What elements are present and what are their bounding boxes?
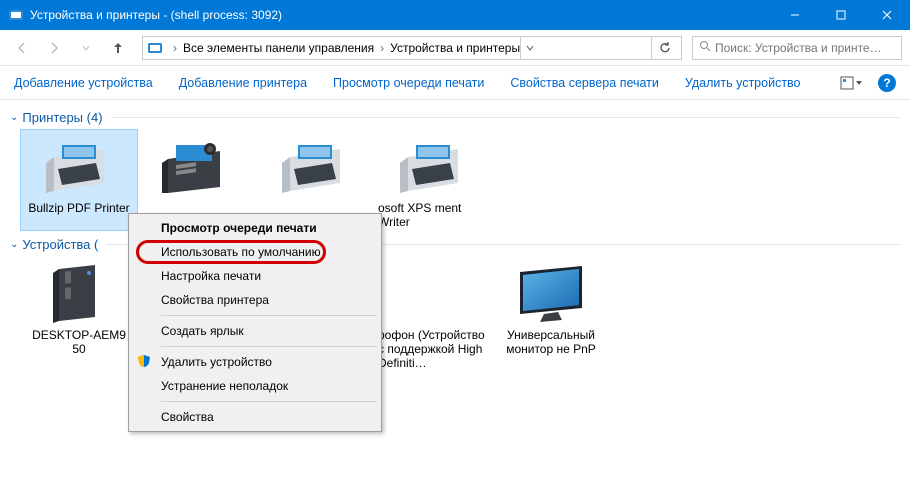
search-input[interactable] — [715, 41, 895, 55]
refresh-button[interactable] — [651, 37, 677, 59]
server-props-link[interactable]: Свойства сервера печати — [510, 76, 659, 90]
printer-item[interactable]: osoft XPS ment Writer — [374, 129, 492, 231]
device-label: рофон (Устройство с поддержкой High Defi… — [378, 328, 488, 370]
breadcrumb-root[interactable]: Все элементы панели управления — [183, 41, 374, 55]
ctx-create-shortcut[interactable]: Создать ярлык — [131, 319, 379, 343]
group-header-printers[interactable]: ⌄ Принтеры (4) — [10, 110, 900, 125]
view-options-button[interactable] — [834, 72, 868, 94]
search-icon — [699, 40, 711, 55]
device-label: Универсальный монитор не PnP — [496, 328, 606, 356]
device-item[interactable]: рофон (Устройство с поддержкой High Defi… — [374, 256, 492, 372]
search-box[interactable] — [692, 36, 902, 60]
breadcrumb[interactable]: › Все элементы панели управления › Устро… — [142, 36, 682, 60]
window-title: Устройства и принтеры - (shell process: … — [30, 8, 772, 22]
window-titlebar: Устройства и принтеры - (shell process: … — [0, 0, 910, 30]
group-count: ( — [94, 237, 98, 252]
ctx-remove-device[interactable]: Удалить устройство — [131, 350, 379, 374]
printer-icon — [276, 135, 354, 199]
close-button[interactable] — [864, 0, 910, 30]
group-label: Принтеры — [22, 110, 83, 125]
printer-icon — [40, 135, 118, 199]
fax-icon — [158, 135, 236, 199]
help-button[interactable]: ? — [878, 74, 896, 92]
chevron-right-icon[interactable]: › — [167, 41, 183, 55]
separator — [161, 315, 377, 316]
ctx-properties[interactable]: Свойства — [131, 405, 379, 429]
device-label: DESKTOP-AEM9 50 — [24, 328, 134, 356]
remove-device-link[interactable]: Удалить устройство — [685, 76, 801, 90]
ctx-set-default[interactable]: Использовать по умолчанию — [131, 240, 379, 264]
breadcrumb-dropdown[interactable] — [520, 37, 538, 59]
back-button[interactable] — [8, 34, 36, 62]
microphone-icon — [394, 262, 472, 326]
add-device-link[interactable]: Добавление устройства — [14, 76, 153, 90]
breadcrumb-current[interactable]: Устройства и принтеры — [390, 41, 520, 55]
shield-icon — [137, 354, 153, 370]
context-menu: Просмотр очереди печати Использовать по … — [128, 213, 382, 432]
chevron-down-icon: ⌄ — [10, 239, 18, 250]
printer-item[interactable]: Bullzip PDF Printer — [20, 129, 138, 231]
computer-icon — [40, 262, 118, 326]
maximize-button[interactable] — [818, 0, 864, 30]
navigation-bar: › Все элементы панели управления › Устро… — [0, 30, 910, 66]
forward-button[interactable] — [40, 34, 68, 62]
device-item[interactable]: DESKTOP-AEM9 50 — [20, 256, 138, 372]
add-printer-link[interactable]: Добавление принтера — [179, 76, 307, 90]
ctx-troubleshoot[interactable]: Устранение неполадок — [131, 374, 379, 398]
separator — [161, 346, 377, 347]
monitor-icon — [512, 262, 590, 326]
printer-label: Bullzip PDF Printer — [28, 201, 129, 215]
printer-label: osoft XPS ment Writer — [378, 201, 488, 229]
control-panel-small-icon — [147, 40, 163, 56]
up-button[interactable] — [104, 34, 132, 62]
group-count: (4) — [87, 110, 103, 125]
ctx-view-queue[interactable]: Просмотр очереди печати — [131, 216, 379, 240]
command-toolbar: Добавление устройства Добавление принтер… — [0, 66, 910, 100]
control-panel-icon — [8, 7, 24, 23]
minimize-button[interactable] — [772, 0, 818, 30]
ctx-print-settings[interactable]: Настройка печати — [131, 264, 379, 288]
ctx-printer-props[interactable]: Свойства принтера — [131, 288, 379, 312]
device-item[interactable]: Универсальный монитор не PnP — [492, 256, 610, 372]
recent-dropdown[interactable] — [72, 34, 100, 62]
chevron-right-icon[interactable]: › — [374, 41, 390, 55]
printer-icon — [394, 135, 472, 199]
group-label: Устройства — [22, 237, 90, 252]
separator — [161, 401, 377, 402]
view-queue-link[interactable]: Просмотр очереди печати — [333, 76, 484, 90]
chevron-down-icon: ⌄ — [10, 112, 18, 123]
